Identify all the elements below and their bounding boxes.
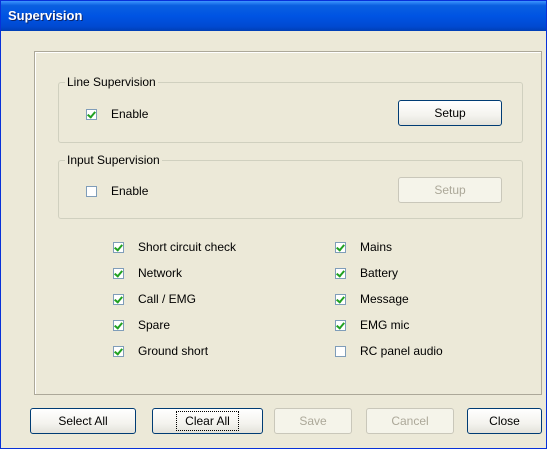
network-checkbox[interactable] (113, 267, 124, 279)
check-ground-short[interactable]: Ground short (113, 344, 208, 358)
title-bar[interactable]: Supervision (1, 1, 546, 31)
check-call-emg[interactable]: Call / EMG (113, 292, 196, 306)
line-supervision-setup-button[interactable]: Setup (398, 100, 502, 126)
check-network[interactable]: Network (113, 266, 182, 280)
emg-mic-checkbox[interactable] (335, 319, 346, 331)
check-battery[interactable]: Battery (335, 266, 398, 280)
spare-label: Spare (138, 318, 171, 332)
line-supervision-enable[interactable]: Enable (86, 107, 148, 121)
check-spare[interactable]: Spare (113, 318, 170, 332)
clear-all-label: Clear All (176, 411, 239, 431)
save-label: Save (299, 414, 327, 428)
input-supervision-label: Input Supervision (65, 153, 162, 167)
battery-label: Battery (360, 266, 399, 280)
window-title: Supervision (8, 8, 83, 23)
close-label: Close (489, 414, 520, 428)
line-supervision-enable-checkbox[interactable] (86, 108, 97, 120)
line-supervision-group: Line Supervision Enable Setup (58, 75, 523, 143)
call-emg-checkbox[interactable] (113, 293, 124, 305)
input-supervision-enable[interactable]: Enable (86, 184, 148, 198)
save-button[interactable]: Save (274, 408, 352, 434)
check-short-circuit[interactable]: Short circuit check (113, 240, 236, 254)
line-supervision-enable-label: Enable (111, 107, 149, 121)
short-circuit-label: Short circuit check (138, 240, 237, 254)
ground-short-label: Ground short (138, 344, 209, 358)
network-label: Network (138, 266, 183, 280)
select-all-button[interactable]: Select All (30, 408, 136, 434)
emg-mic-label: EMG mic (360, 318, 410, 332)
message-label: Message (360, 292, 409, 306)
mains-label: Mains (360, 240, 393, 254)
rc-panel-audio-checkbox[interactable] (335, 345, 346, 357)
line-supervision-label: Line Supervision (65, 75, 158, 89)
call-emg-label: Call / EMG (138, 292, 197, 306)
cancel-label: Cancel (391, 414, 429, 428)
input-supervision-enable-checkbox[interactable] (86, 185, 97, 197)
spare-checkbox[interactable] (113, 319, 124, 331)
short-circuit-checkbox[interactable] (113, 241, 124, 253)
input-supervision-group: Input Supervision Enable Setup (58, 153, 523, 219)
battery-checkbox[interactable] (335, 267, 346, 279)
ground-short-checkbox[interactable] (113, 345, 124, 357)
select-all-label: Select All (58, 414, 108, 428)
content-panel: Line Supervision Enable Setup Input Supe… (34, 51, 542, 395)
clear-all-button[interactable]: Clear All (152, 408, 263, 434)
input-supervision-setup-button[interactable]: Setup (398, 177, 502, 203)
supervision-dialog: Supervision Line Supervision Enable Setu… (0, 0, 547, 449)
check-mains[interactable]: Mains (335, 240, 392, 254)
input-supervision-enable-label: Enable (111, 184, 149, 198)
message-checkbox[interactable] (335, 293, 346, 305)
close-button[interactable]: Close (467, 408, 542, 434)
check-message[interactable]: Message (335, 292, 409, 306)
cancel-button[interactable]: Cancel (366, 408, 454, 434)
input-supervision-setup-label: Setup (434, 183, 466, 197)
rc-panel-audio-label: RC panel audio (360, 344, 443, 358)
check-emg-mic[interactable]: EMG mic (335, 318, 409, 332)
mains-checkbox[interactable] (335, 241, 346, 253)
check-rc-panel-audio[interactable]: RC panel audio (335, 344, 443, 358)
line-supervision-setup-label: Setup (434, 106, 466, 120)
